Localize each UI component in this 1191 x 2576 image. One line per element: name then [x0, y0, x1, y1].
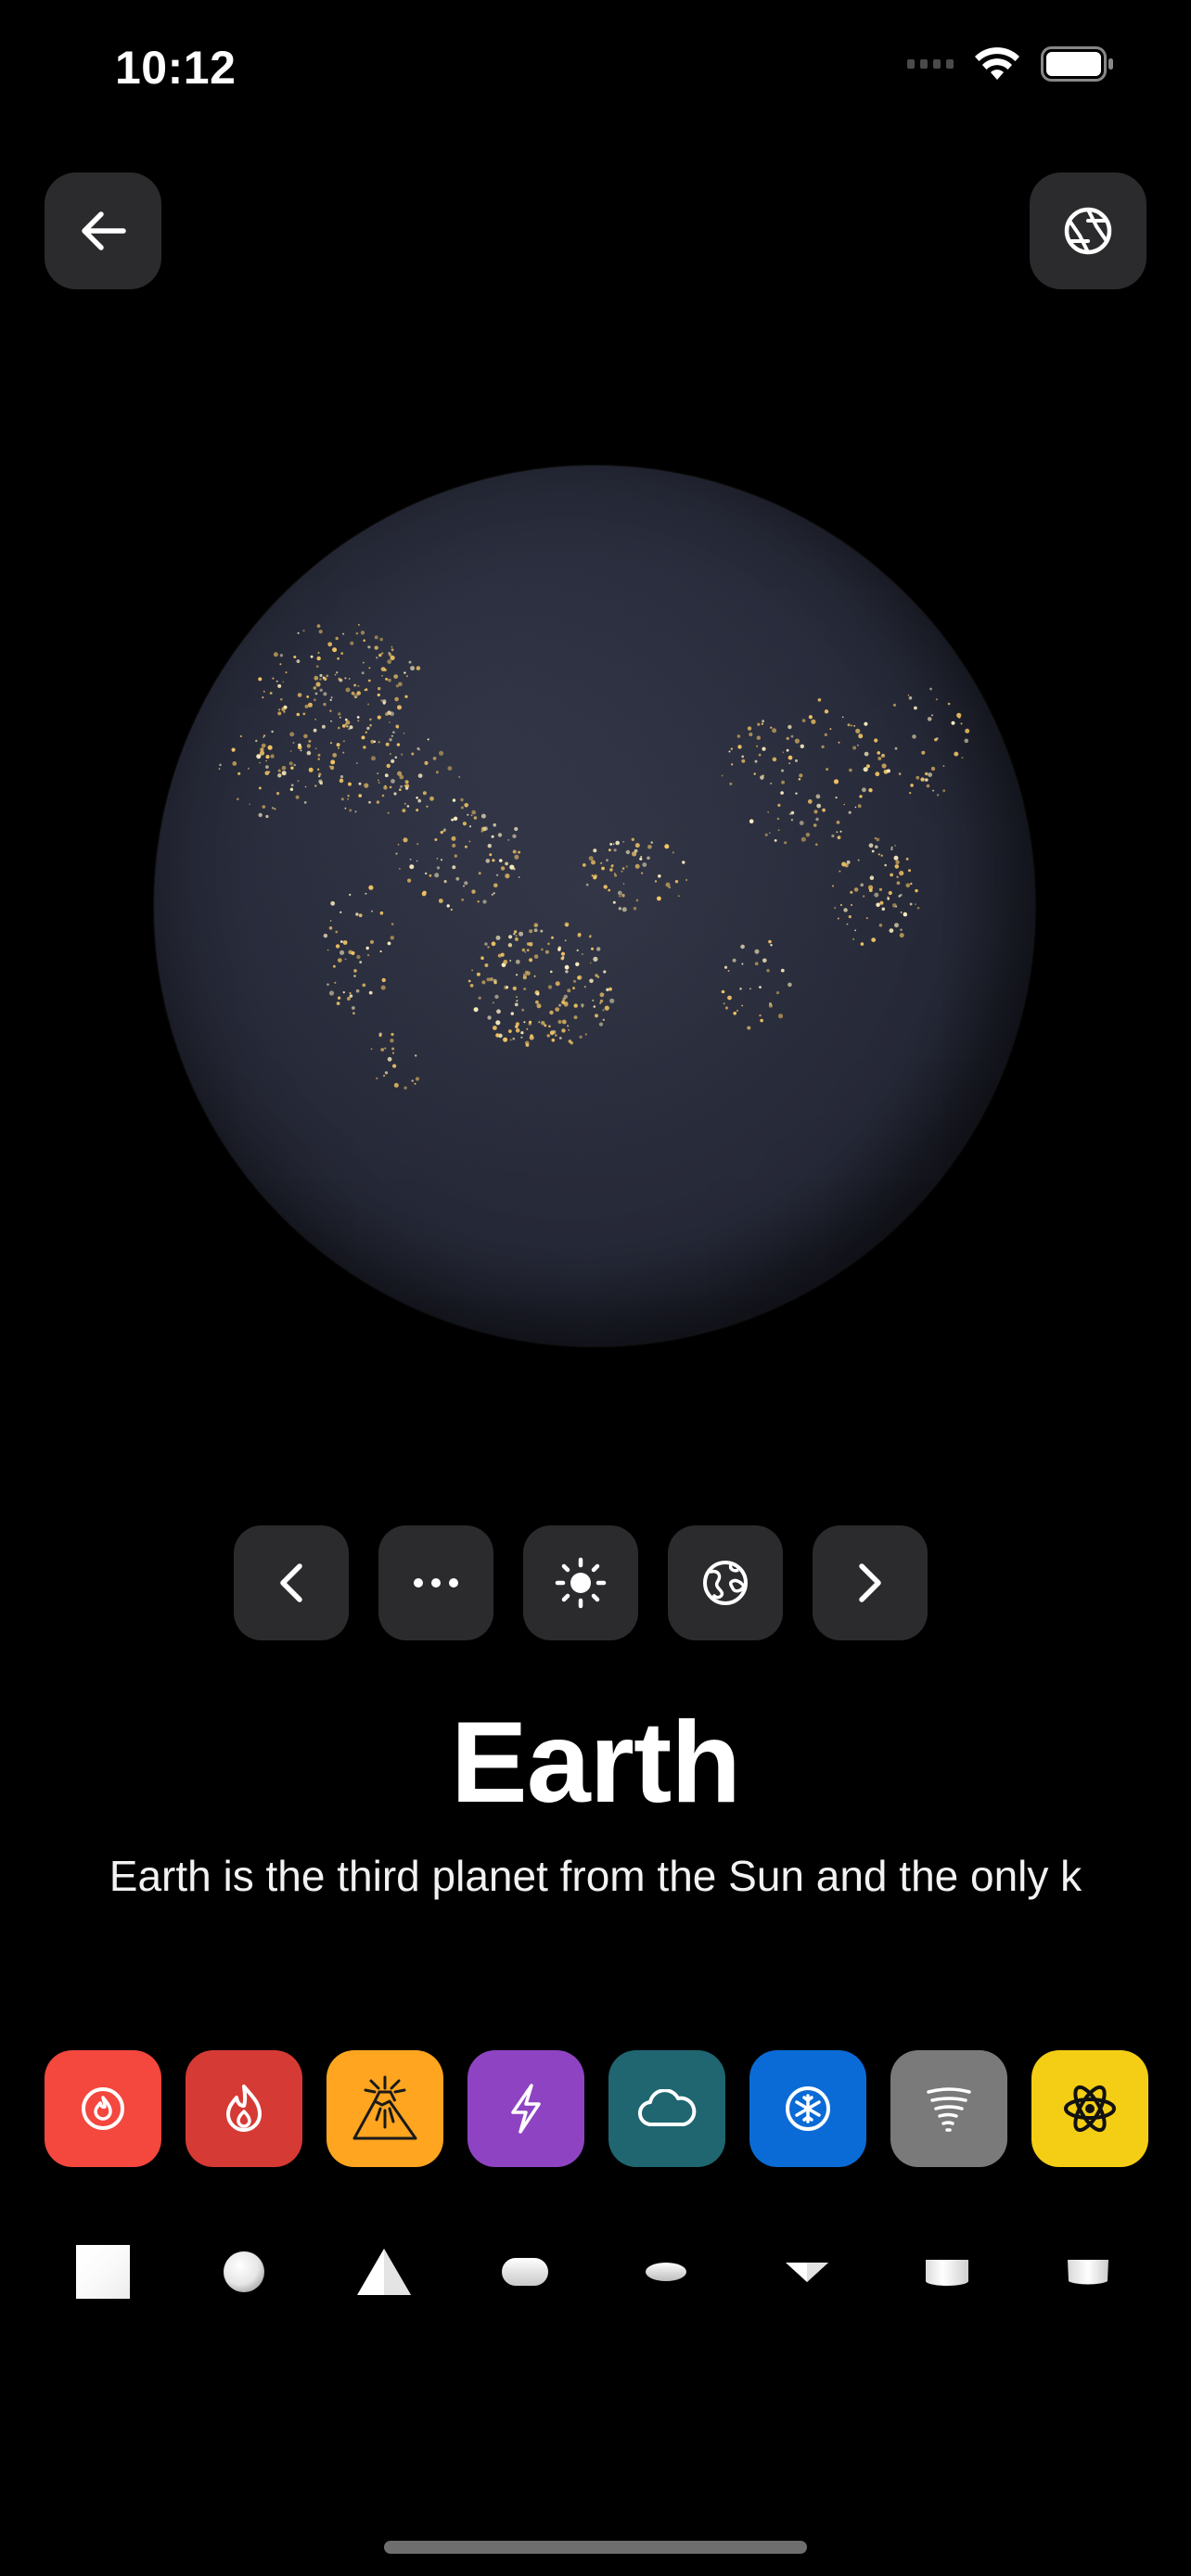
city-lights-image: [218, 623, 970, 1090]
lightning-tool[interactable]: [467, 2050, 584, 2167]
previous-button[interactable]: [234, 1525, 349, 1640]
wifi-icon: [975, 47, 1019, 80]
shape-tube[interactable]: [1030, 2239, 1146, 2304]
tornado-tool[interactable]: [890, 2050, 1007, 2167]
cloud-icon: [638, 2089, 697, 2127]
more-button[interactable]: [378, 1525, 493, 1640]
ellipsoid-shape-icon: [645, 2263, 686, 2281]
volcano-icon: [352, 2075, 417, 2140]
globe-icon: [703, 1561, 748, 1605]
planet-controls: [234, 1525, 928, 1640]
fire-ring-tool[interactable]: [45, 2050, 161, 2167]
sphere-shape-icon: [223, 2251, 264, 2292]
shape-capsule[interactable]: [467, 2239, 583, 2304]
brightness-button[interactable]: [523, 1525, 638, 1640]
globe-button[interactable]: [668, 1525, 783, 1640]
home-indicator[interactable]: [384, 2541, 807, 2554]
atom-icon: [1064, 2085, 1116, 2133]
shape-cylinder[interactable]: [889, 2239, 1005, 2304]
tube-shape-icon: [1067, 2260, 1108, 2285]
arrow-left-icon: [82, 211, 126, 250]
shape-picker: [45, 2239, 1146, 2304]
cloud-tool[interactable]: [608, 2050, 725, 2167]
cube-shape-icon: [76, 2245, 130, 2299]
camera-button[interactable]: [1030, 172, 1146, 289]
flame-icon: [226, 2085, 262, 2132]
cone-shape-icon: [785, 2263, 828, 2282]
pyramid-shape-icon: [357, 2249, 412, 2295]
battery-icon: [1041, 46, 1113, 82]
shape-cone[interactable]: [749, 2239, 865, 2304]
tornado-icon: [927, 2087, 971, 2132]
sun-icon: [555, 1557, 607, 1609]
volcano-tool[interactable]: [327, 2050, 443, 2167]
planet-description: Earth is the third planet from the Sun a…: [109, 1852, 1082, 1900]
ellipsis-icon: [414, 1578, 458, 1588]
flame-circle-icon: [82, 2087, 124, 2130]
chevron-left-icon: [280, 1563, 302, 1602]
cylinder-shape-icon: [926, 2260, 969, 2286]
chevron-right-icon: [859, 1563, 881, 1602]
fire-tool[interactable]: [186, 2050, 302, 2167]
shape-sphere[interactable]: [186, 2239, 302, 2304]
shape-ellipsoid[interactable]: [608, 2239, 724, 2304]
bolt-icon: [511, 2084, 541, 2134]
back-button[interactable]: [45, 172, 161, 289]
aperture-icon: [1064, 207, 1112, 255]
effect-tools: [45, 2050, 1148, 2167]
capsule-shape-icon: [502, 2258, 549, 2286]
cellular-signal-icon: [907, 59, 954, 69]
planet-title: Earth: [451, 1699, 741, 1827]
status-time: 10:12: [115, 42, 237, 94]
status-icons: [907, 46, 1115, 82]
next-button[interactable]: [813, 1525, 928, 1640]
atom-tool[interactable]: [1031, 2050, 1148, 2167]
shape-pyramid[interactable]: [326, 2239, 442, 2304]
snow-tool[interactable]: [749, 2050, 866, 2167]
planet-globe[interactable]: [154, 465, 1035, 1346]
snowflake-icon: [786, 2086, 830, 2131]
shape-cube[interactable]: [45, 2239, 161, 2304]
